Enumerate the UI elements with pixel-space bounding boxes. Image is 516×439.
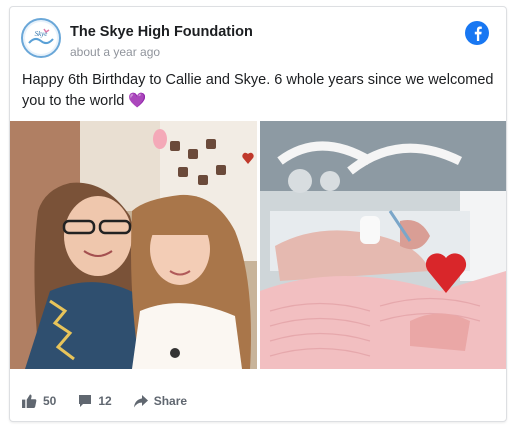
thumbs-up-icon <box>22 394 37 408</box>
share-label: Share <box>153 394 188 408</box>
photo-newborn-incubator[interactable] <box>260 121 506 369</box>
comment-count: 12 <box>98 394 112 408</box>
post-actions-bar: 50 12 Share <box>22 392 209 410</box>
comment-icon <box>79 395 92 407</box>
svg-text:Skye: Skye <box>35 30 48 38</box>
post-card: Skye The Skye High Foundation about a ye… <box>9 6 507 422</box>
foundation-logo-icon: Skye <box>25 22 57 54</box>
photo-mother-and-daughter[interactable] <box>10 121 257 369</box>
share-button[interactable]: Share <box>133 394 188 408</box>
post-body-text: Happy 6th Birthday to Callie and Skye. 6… <box>22 72 494 109</box>
post-timestamp[interactable]: about a year ago <box>70 45 160 59</box>
post-header: Skye The Skye High Foundation about a ye… <box>21 18 491 62</box>
share-arrow-icon <box>133 394 148 407</box>
comment-button[interactable]: 12 <box>78 394 112 408</box>
photo-grid <box>10 121 506 369</box>
like-button[interactable]: 50 <box>22 394 56 408</box>
facebook-icon[interactable] <box>465 21 489 45</box>
like-count: 50 <box>43 394 57 408</box>
page-avatar[interactable]: Skye <box>21 18 61 58</box>
page-name-link[interactable]: The Skye High Foundation <box>70 24 253 40</box>
